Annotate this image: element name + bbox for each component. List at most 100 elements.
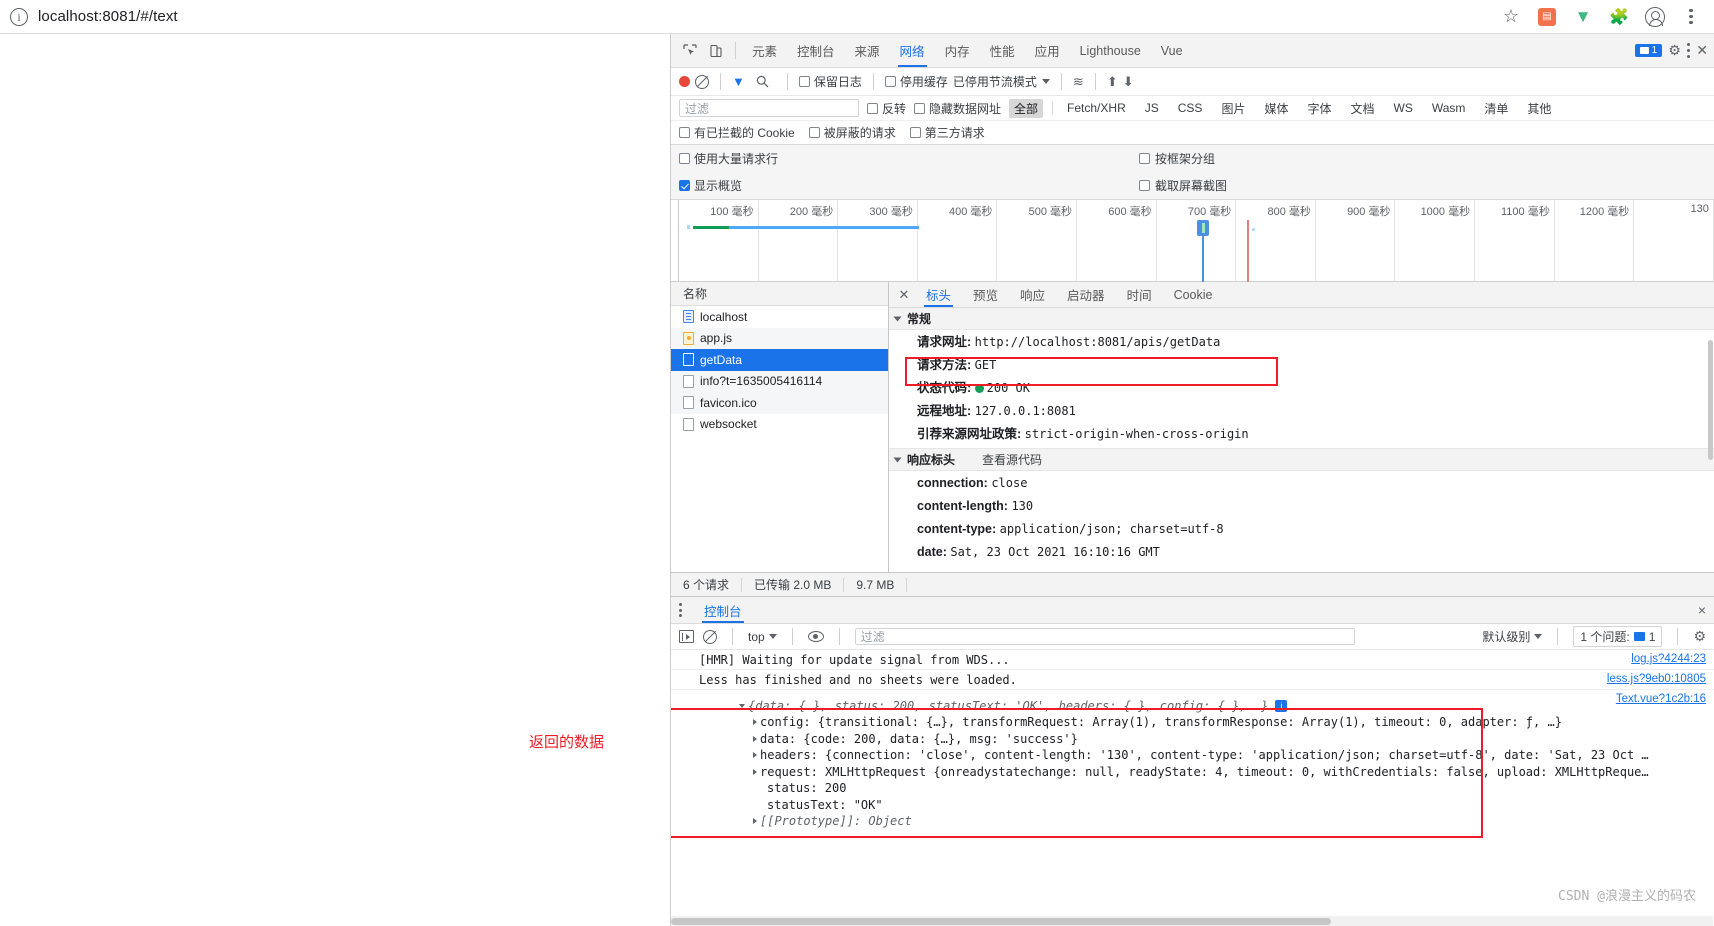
invert-checkbox[interactable]: 反转 (867, 100, 906, 117)
tab-vue[interactable]: Vue (1151, 34, 1193, 67)
type-filter-manifest[interactable]: 清单 (1479, 99, 1513, 118)
devtools-close-icon[interactable]: ✕ (1696, 42, 1708, 59)
request-row-getdata[interactable]: getData (671, 349, 888, 371)
extension-orange-icon[interactable]: ▤ (1536, 6, 1558, 28)
tab-elements[interactable]: 元素 (742, 34, 787, 67)
type-filter-img[interactable]: 图片 (1216, 99, 1250, 118)
disable-cache-checkbox[interactable]: 停用缓存 (884, 73, 948, 90)
console-toolbar-right: 默认级别 1 个问题: 1 ⚙ (1482, 626, 1706, 647)
overview-tick-label: 400 毫秒 (949, 206, 993, 218)
close-details-icon[interactable]: ✕ (893, 284, 915, 306)
network-overview-timeline[interactable]: 100 毫秒 200 毫秒 300 毫秒 400 毫秒 500 毫秒 600 毫… (671, 200, 1714, 282)
extensions-puzzle-icon[interactable]: 🧩 (1608, 6, 1630, 28)
type-filter-doc[interactable]: 文档 (1345, 99, 1379, 118)
console-log-source[interactable]: log.js?4244:23 (1631, 653, 1706, 665)
third-party-checkbox[interactable]: 第三方请求 (909, 124, 985, 141)
request-row-favicon[interactable]: favicon.ico (671, 392, 888, 414)
type-filter-wasm[interactable]: Wasm (1427, 100, 1471, 116)
drawer-tab-console[interactable]: 控制台 (696, 597, 750, 623)
console-settings-gear-icon[interactable]: ⚙ (1693, 628, 1706, 645)
details-scrollbar[interactable] (1708, 340, 1713, 460)
chevron-down-icon[interactable] (739, 703, 745, 708)
live-expression-eye-icon[interactable] (807, 631, 824, 642)
request-row-websocket[interactable]: websocket (671, 414, 888, 436)
console-sidebar-icon[interactable] (679, 630, 694, 643)
network-filter-input[interactable]: 过滤 (679, 99, 859, 117)
execution-context-selector[interactable]: top (748, 630, 777, 644)
console-filter-input[interactable]: 过滤 (854, 628, 1355, 645)
overview-tick-label: 700 毫秒 (1187, 206, 1232, 218)
console-issues-chip[interactable]: 1 个问题: 1 (1573, 626, 1663, 647)
preserve-log-checkbox[interactable]: 保留日志 (798, 73, 862, 90)
drawer-close-icon[interactable]: × (1698, 602, 1706, 618)
clear-requests-icon[interactable] (695, 74, 709, 89)
tab-console[interactable]: 控制台 (787, 34, 845, 67)
devtools-more-icon[interactable] (1686, 42, 1691, 59)
show-overview-checkbox[interactable]: 显示概览 (679, 177, 742, 194)
view-source-link[interactable]: 查看源代码 (982, 451, 1042, 468)
details-tab-preview[interactable]: 预览 (962, 282, 1009, 307)
info-circle-icon[interactable]: i (10, 7, 28, 26)
export-har-icon[interactable]: ⬇ (1123, 74, 1134, 90)
vue-devtools-icon[interactable]: ▼ (1572, 6, 1594, 28)
address-bar-url[interactable]: localhost:8081/#/text (38, 8, 178, 25)
search-icon[interactable] (750, 69, 776, 95)
issues-badge[interactable]: 1 (1634, 44, 1663, 57)
console-log-source[interactable]: less.js?9eb0:10805 (1607, 673, 1706, 685)
omnibox[interactable]: i localhost:8081/#/text (0, 7, 1500, 26)
hide-data-urls-checkbox[interactable]: 隐藏数据网址 (914, 100, 1001, 117)
overview-selection-handle[interactable] (1197, 220, 1209, 236)
request-row-localhost[interactable]: localhost (671, 306, 888, 328)
import-har-icon[interactable]: ⬆ (1107, 74, 1118, 90)
drawer-more-icon[interactable] (679, 603, 682, 617)
tab-network[interactable]: 网络 (890, 34, 935, 67)
request-row-info[interactable]: info?t=1635005416114 (671, 370, 888, 392)
console-log-source[interactable]: Text.vue?1c2b:16 (1616, 693, 1706, 705)
request-list-header[interactable]: 名称 (671, 282, 888, 306)
type-filter-media[interactable]: 媒体 (1259, 99, 1293, 118)
general-section-header[interactable]: 常规 (889, 308, 1714, 330)
overview-bar-blue (729, 226, 919, 229)
blocked-requests-checkbox[interactable]: 被屏蔽的请求 (808, 124, 896, 141)
type-filter-css[interactable]: CSS (1173, 100, 1208, 116)
clear-console-icon[interactable] (703, 629, 717, 644)
network-conditions-icon[interactable]: ≋ (1073, 74, 1084, 90)
type-filter-all[interactable]: 全部 (1009, 98, 1044, 118)
type-filter-js[interactable]: JS (1140, 100, 1164, 116)
device-toolbar-icon[interactable] (703, 38, 729, 64)
chevron-down-icon[interactable] (1041, 79, 1050, 84)
horizontal-scrollbar[interactable] (671, 916, 1713, 926)
settings-gear-icon[interactable]: ⚙ (1668, 42, 1681, 59)
details-tab-timing[interactable]: 时间 (1116, 282, 1163, 307)
type-filter-ws[interactable]: WS (1389, 100, 1418, 116)
details-tab-cookies[interactable]: Cookie (1163, 282, 1224, 307)
tab-sources[interactable]: 来源 (845, 34, 890, 67)
blocked-cookies-checkbox[interactable]: 有已拦截的 Cookie (679, 124, 795, 141)
group-by-frame-checkbox[interactable]: 按框架分组 (1139, 150, 1215, 167)
response-headers-section-header[interactable]: 响应标头 查看源代码 (889, 449, 1714, 471)
tab-lighthouse[interactable]: Lighthouse (1070, 34, 1151, 67)
throttling-label[interactable]: 已停用节流模式 (953, 73, 1037, 90)
scrollbar-thumb[interactable] (671, 918, 1331, 925)
record-button-icon[interactable] (679, 76, 690, 87)
type-filter-fetch-xhr[interactable]: Fetch/XHR (1062, 100, 1131, 116)
type-filter-font[interactable]: 字体 (1302, 99, 1336, 118)
tab-application[interactable]: 应用 (1025, 34, 1070, 67)
checkbox-icon (867, 102, 878, 114)
tab-memory[interactable]: 内存 (935, 34, 980, 67)
bookmark-star-icon[interactable]: ☆ (1500, 6, 1522, 28)
big-request-rows-checkbox[interactable]: 使用大量请求行 (679, 150, 778, 167)
type-filter-other[interactable]: 其他 (1522, 99, 1556, 118)
details-tab-headers[interactable]: 标头 (915, 282, 962, 307)
filter-funnel-icon[interactable]: ▼ (732, 74, 745, 89)
profile-avatar-icon[interactable] (1644, 6, 1666, 28)
chrome-menu-icon[interactable] (1680, 6, 1702, 28)
console-log-level-selector[interactable]: 默认级别 (1482, 628, 1543, 645)
capture-screenshots-checkbox[interactable]: 截取屏幕截图 (1139, 177, 1227, 194)
network-status-bar: 6 个请求 已传输 2.0 MB 9.7 MB (671, 573, 1714, 597)
details-tab-initiator[interactable]: 启动器 (1056, 282, 1116, 307)
request-row-appjs[interactable]: app.js (671, 327, 888, 349)
tab-performance[interactable]: 性能 (980, 34, 1025, 67)
inspect-element-icon[interactable] (677, 38, 703, 64)
details-tab-response[interactable]: 响应 (1009, 282, 1056, 307)
